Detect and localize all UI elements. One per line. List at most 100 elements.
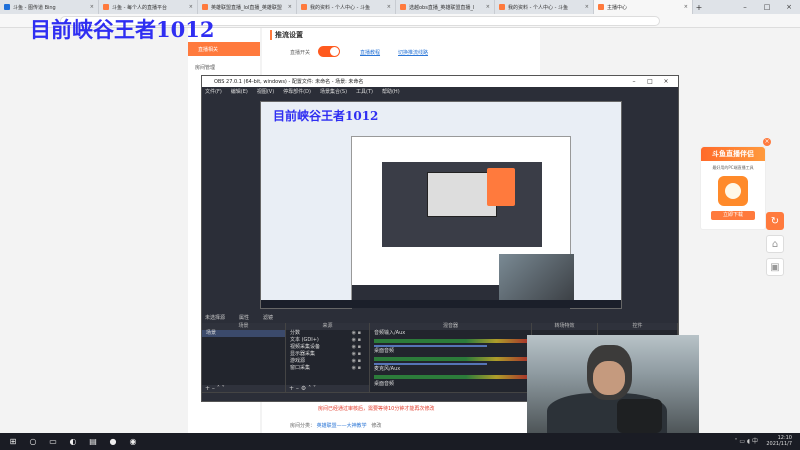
close-icon[interactable]: × xyxy=(486,4,490,10)
eye-icon[interactable]: ◉ ▪ xyxy=(352,344,361,351)
mixer-channel-label: 音频输入/Aux xyxy=(374,330,406,336)
menu-scene-collection[interactable]: 场景集合(S) xyxy=(320,88,347,95)
minimize-icon[interactable]: – xyxy=(626,76,642,87)
browser-tab[interactable]: 英雄联盟直播_lol直播_英雄联盟 × xyxy=(198,0,297,14)
source-label: 分数 xyxy=(290,330,301,336)
mixer-meter xyxy=(374,375,527,379)
preview-promo-thumb xyxy=(487,168,515,206)
menu-docks[interactable]: 停靠部件(D) xyxy=(283,88,311,95)
search-icon[interactable]: ○ xyxy=(26,433,40,450)
source-item[interactable]: 显示器采集 ◉ ▪ xyxy=(286,351,369,358)
task-view-icon[interactable]: ▭ xyxy=(46,433,60,450)
room-category: 房间分类： 英雄联盟——大神教学 修改 xyxy=(290,423,382,429)
filters-button[interactable]: 滤镜 xyxy=(263,314,273,321)
obs-preview[interactable]: 目前峡谷王者1012 xyxy=(260,101,622,337)
menu-file[interactable]: 文件(F) xyxy=(205,88,222,95)
tab-favicon-icon xyxy=(598,4,604,10)
close-icon[interactable]: × xyxy=(189,4,193,10)
webcam-overlay xyxy=(527,335,699,433)
close-icon[interactable]: × xyxy=(763,138,771,146)
float-orange-icon[interactable]: ↻ xyxy=(766,212,784,230)
sidebar-item-live[interactable]: 直播相关 xyxy=(188,42,260,56)
edge-browser-icon[interactable]: ◐ xyxy=(66,433,80,450)
download-button[interactable]: 立即下载 xyxy=(711,211,755,220)
tab-label: 我的资料 - 个人中心 - 斗鱼 xyxy=(310,4,370,11)
browser-tab-bar: 斗鱼 - 图传道 Bing × 斗鱼 - 每个人的直播平台 × 英雄联盟直播_lol… xyxy=(0,0,800,14)
sidebar-item-room[interactable]: 房间管理 xyxy=(195,64,215,71)
close-window-icon[interactable]: × xyxy=(778,0,800,14)
browser-tab-active[interactable]: 主播中心 × xyxy=(594,0,693,14)
tab-label: 选越obs直播_英雄联盟直播_l xyxy=(409,4,475,11)
volume-slider[interactable] xyxy=(374,345,487,347)
close-window-icon[interactable]: × xyxy=(658,76,674,87)
close-icon[interactable]: × xyxy=(684,4,688,10)
scene-item[interactable]: 场景 xyxy=(202,330,285,337)
clock[interactable]: 12:10 2021/11/7 xyxy=(766,435,792,447)
close-icon[interactable]: × xyxy=(387,4,391,10)
tutorial-link[interactable]: 直播教程 xyxy=(360,49,380,56)
maximize-icon[interactable]: □ xyxy=(756,0,778,14)
source-label: 视频采集设备 xyxy=(290,344,321,350)
eye-icon[interactable]: ◉ ▪ xyxy=(352,337,361,344)
sources-header: 来源 xyxy=(286,323,369,330)
source-item[interactable]: 游戏源 ◉ ▪ xyxy=(286,358,369,365)
eye-icon[interactable]: ◉ ▪ xyxy=(352,330,361,337)
webcam-mug xyxy=(617,399,662,433)
app-icon[interactable]: ▣ xyxy=(766,258,784,276)
room-category-edit[interactable]: 修改 xyxy=(371,423,381,429)
eye-icon[interactable]: ◉ ▪ xyxy=(352,365,361,372)
tab-favicon-icon xyxy=(4,4,10,10)
app-icon[interactable]: ◉ xyxy=(126,433,140,450)
maximize-icon[interactable]: □ xyxy=(642,76,658,87)
tab-favicon-icon xyxy=(202,4,208,10)
browser-tab[interactable]: 斗鱼 - 每个人的直播平台 × xyxy=(99,0,198,14)
obs-app-icon[interactable]: ● xyxy=(106,433,120,450)
menu-edit[interactable]: 编辑(E) xyxy=(231,88,248,95)
room-category-value[interactable]: 英雄联盟——大神教学 xyxy=(317,423,367,429)
home-icon[interactable]: ⌂ xyxy=(766,235,784,253)
live-toggle[interactable] xyxy=(318,46,340,57)
eye-icon[interactable]: ◉ ▪ xyxy=(352,351,361,358)
windows-taskbar: ⊞ ○ ▭ ◐ ▤ ● ◉ ˄ ▭ ◖ 中 12:10 2021/11/7 xyxy=(0,433,800,450)
mixer-dock: 混音器 音频输入/Aux 桌面音频 麦克风/Aux 桌面音频 xyxy=(370,323,532,393)
source-item[interactable]: 视频采集设备 ◉ ▪ xyxy=(286,344,369,351)
no-source-label: 未选择源 xyxy=(205,315,226,321)
menu-help[interactable]: 帮助(H) xyxy=(382,88,400,95)
browser-tab[interactable]: 斗鱼 - 图传道 Bing × xyxy=(0,0,99,14)
obs-menubar: 文件(F) 编辑(E) 视图(V) 停靠部件(D) 场景集合(S) 工具(T) … xyxy=(202,87,678,96)
browser-tab[interactable]: 选越obs直播_英雄联盟直播_l × xyxy=(396,0,495,14)
mixer-channel-label: 桌面音频 xyxy=(374,348,395,354)
obs-titlebar: OBS 27.0.1 (64-bit, windows) - 配置文件: 未命名… xyxy=(202,76,678,87)
volume-slider[interactable] xyxy=(374,363,487,365)
close-icon[interactable]: × xyxy=(585,4,589,10)
tab-favicon-icon xyxy=(301,4,307,10)
promo-title: 斗鱼直播伴侣 xyxy=(701,147,765,161)
new-tab-icon[interactable]: + xyxy=(693,3,705,12)
source-item[interactable]: 文本 (GDI+) ◉ ▪ xyxy=(286,337,369,344)
source-label: 窗口采集 xyxy=(290,365,311,371)
promo-subtitle: 最好用的PC端直播工具 xyxy=(712,165,754,170)
eye-icon[interactable]: ◉ ▪ xyxy=(352,358,361,365)
properties-button[interactable]: 属性 xyxy=(239,314,249,321)
minimize-icon[interactable]: – xyxy=(734,0,756,14)
preview-nested-obs xyxy=(382,162,542,247)
close-icon[interactable]: × xyxy=(288,4,292,10)
switch-line-link[interactable]: 切换推流线路 xyxy=(398,49,428,56)
browser-tab[interactable]: 我的资料 - 个人中心 - 斗鱼 × xyxy=(495,0,594,14)
menu-tools[interactable]: 工具(T) xyxy=(356,88,373,95)
mixer-meter xyxy=(374,357,527,361)
source-item[interactable]: 分数 ◉ ▪ xyxy=(286,330,369,337)
mixer-header: 混音器 xyxy=(370,323,531,330)
browser-tab[interactable]: 我的资料 - 个人中心 - 斗鱼 × xyxy=(297,0,396,14)
webcam-person-face xyxy=(593,361,625,395)
menu-view[interactable]: 视图(V) xyxy=(257,88,274,95)
close-icon[interactable]: × xyxy=(90,4,94,10)
file-explorer-icon[interactable]: ▤ xyxy=(86,433,100,450)
system-tray-icon[interactable]: ˄ ▭ ◖ 中 xyxy=(734,433,758,450)
tab-label: 斗鱼 - 图传道 Bing xyxy=(13,4,56,11)
windows-start-icon[interactable]: ⊞ xyxy=(6,433,20,450)
preview-webcam xyxy=(499,254,574,302)
toggle-label: 直播开关 xyxy=(290,50,311,56)
source-item[interactable]: 窗口采集 ◉ ▪ xyxy=(286,365,369,372)
tab-label: 我的资料 - 个人中心 - 斗鱼 xyxy=(508,4,568,11)
